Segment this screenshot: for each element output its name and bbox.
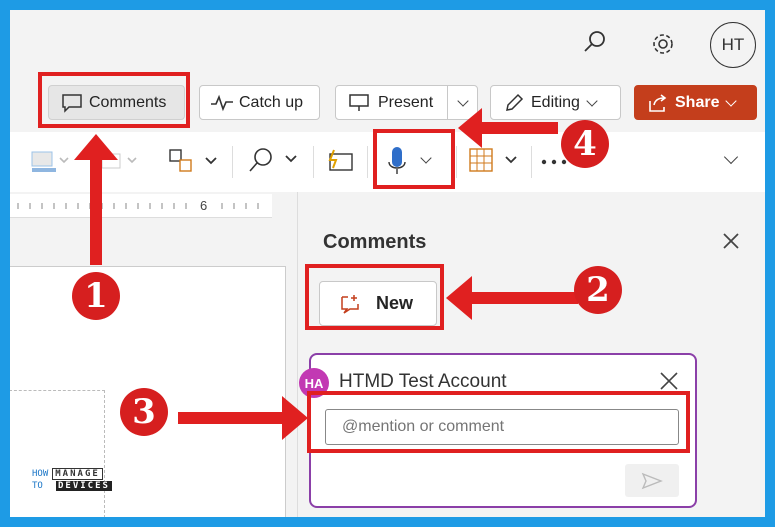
author-name: HTMD Test Account [339,371,507,392]
ribbon-divider [367,146,368,178]
ribbon-divider [232,146,233,178]
step-1-badge: 1 [72,272,120,320]
editing-button-label: Editing [531,93,580,111]
share-icon [647,93,669,113]
step3-highlight [307,391,690,453]
ruler: 6 [10,194,272,218]
search-icon[interactable] [246,146,304,176]
app-window: HT Comments Catch up Present Editing Sha… [10,10,765,517]
watermark-logo: HOW MANAGE TO DEVICES [32,468,132,502]
send-button[interactable] [625,464,679,497]
present-button[interactable]: Present [335,85,448,120]
comments-pane: Comments New HA HTMD Test Account [297,192,765,517]
comments-pane-title: Comments [323,231,427,253]
step-2-badge: 2 [574,266,622,314]
ribbon-expand-icon[interactable] [723,149,739,165]
highlighter-icon[interactable] [28,150,72,174]
step-4-badge: 4 [561,120,609,168]
watermark-devices: DEVICES [56,481,112,491]
editing-button[interactable]: Editing [490,85,621,120]
step4-highlight [373,129,455,189]
step1-highlight [38,72,190,128]
shapes-icon[interactable] [168,148,224,176]
present-dropdown[interactable] [447,85,478,120]
watermark-how: HOW [32,469,49,479]
step-3-badge: 3 [120,388,168,436]
present-icon [348,93,370,113]
send-icon [641,472,663,490]
chevron-down-icon [725,94,738,107]
present-button-label: Present [378,93,434,111]
layout-icon[interactable] [468,147,524,175]
watermark-manage: MANAGE [52,468,103,480]
catchup-button[interactable]: Catch up [199,85,320,120]
watermark-to: TO [32,481,43,491]
catchup-button-label: Catch up [239,93,304,111]
ruler-mark: 6 [200,198,208,213]
search-icon[interactable] [582,29,608,55]
avatar[interactable]: HT [710,22,756,68]
step2-highlight [305,264,444,330]
share-button[interactable]: Share [634,85,757,120]
chevron-down-icon [456,94,469,107]
close-icon[interactable] [658,370,680,392]
chevron-down-icon [586,94,598,107]
share-button-label: Share [675,93,720,111]
ribbon-divider [456,146,457,178]
close-icon[interactable] [720,230,742,252]
pencil-icon [503,92,525,114]
ribbon-divider [531,146,532,178]
pulse-icon [210,94,234,112]
brush-icon[interactable] [98,150,142,174]
gear-icon[interactable] [649,30,677,58]
ribbon-divider [313,146,314,178]
designer-icon[interactable] [324,146,358,176]
